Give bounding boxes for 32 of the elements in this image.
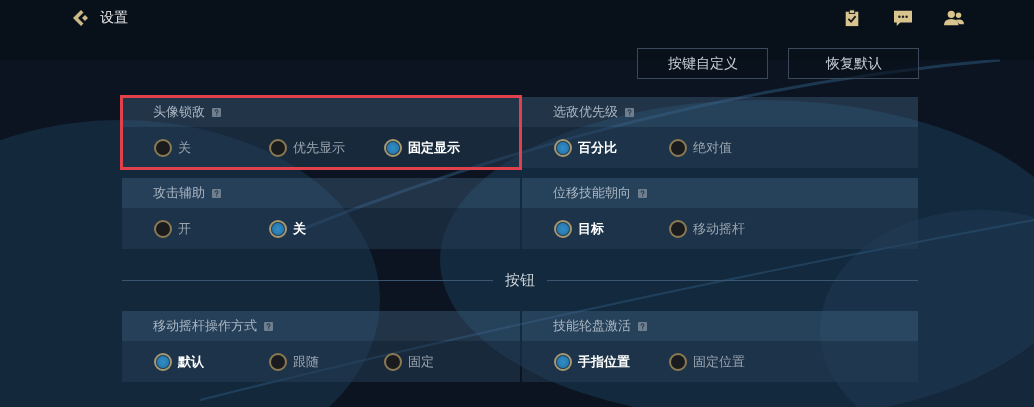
chat-icon[interactable]	[893, 9, 913, 27]
friends-icon[interactable]	[944, 9, 964, 27]
setting-label: 位移技能朝向	[553, 184, 631, 202]
help-icon[interactable]	[625, 107, 634, 117]
setting-label: 头像锁敌	[153, 103, 205, 121]
setting-label: 攻击辅助	[153, 184, 205, 202]
help-icon[interactable]	[638, 321, 647, 331]
help-icon[interactable]	[264, 321, 273, 331]
action-button[interactable]: 按键自定义	[637, 48, 768, 79]
setting-label: 技能轮盘激活	[553, 317, 631, 335]
option-label[interactable]: 关	[293, 219, 306, 238]
option-label[interactable]: 开	[178, 219, 191, 238]
option-label[interactable]: 固定	[408, 352, 434, 371]
option-label[interactable]: 跟随	[293, 352, 319, 371]
option-label[interactable]: 优先显示	[293, 138, 345, 157]
option-label[interactable]: 默认	[178, 352, 204, 371]
help-icon[interactable]	[212, 107, 221, 117]
section-title: 按钮	[504, 270, 536, 290]
action-button[interactable]: 恢复默认	[788, 48, 919, 79]
option-label[interactable]: 移动摇杆	[693, 219, 745, 238]
setting-label: 移动摇杆操作方式	[153, 317, 257, 335]
option-label[interactable]: 绝对值	[693, 138, 732, 157]
setting-label: 选敌优先级	[553, 103, 618, 121]
option-label[interactable]: 手指位置	[578, 352, 630, 371]
page-title: 设置	[100, 9, 128, 27]
option-label[interactable]: 百分比	[578, 138, 617, 157]
help-icon[interactable]	[212, 188, 221, 198]
option-label[interactable]: 固定位置	[693, 352, 745, 371]
option-label[interactable]: 目标	[578, 219, 604, 238]
option-label[interactable]: 关	[178, 138, 191, 157]
option-label[interactable]: 固定显示	[408, 138, 460, 157]
help-icon[interactable]	[638, 188, 647, 198]
